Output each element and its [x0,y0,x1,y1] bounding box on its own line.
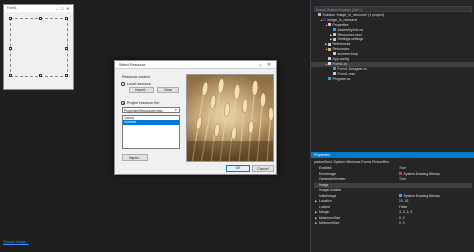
minimize-icon: – [56,5,59,11]
csharp-file-icon [333,67,336,71]
resx-icon [333,71,336,75]
solution-tree-item-label: Settings.settings [337,37,364,42]
dialog-title: Select Resource [119,63,146,67]
solution-tree-item-label: AssemblyInfo.cs [337,27,363,32]
solution-icon [318,13,321,17]
form-titlebar: Form1 – □ ✕ [4,5,73,12]
property-value-text: False [399,204,408,209]
property-value-text: System.Drawing.Bitmap [403,171,440,176]
solution-search-box[interactable]: Search Solution Explorer (Ctrl+;) [314,6,472,12]
resize-handle[interactable] [9,74,12,77]
property-value-text: 0, 0 [399,215,405,220]
csharp-file-icon [333,27,336,31]
resize-handle[interactable] [65,74,68,77]
solution-tree-item-label: Solution 'image_in_resource' (1 project) [322,13,384,17]
resx-icon [333,32,336,36]
solution-tree-item-label: image_in_resource [327,17,358,22]
resize-handle[interactable] [38,74,42,77]
choose-image-link[interactable]: Choose Image... [3,240,29,244]
solution-explorer: Search Solution Explorer (Ctrl+;) Soluti… [310,0,474,152]
property-value[interactable]: 0, 0 [399,221,471,227]
resource-list[interactable]: (none) summer [122,115,180,149]
solution-tree-item-label: Resources.resx [337,32,362,37]
solution-tree: Solution 'image_in_resource' (1 project)… [311,13,474,81]
resize-handle[interactable] [65,17,68,20]
solution-tree-item-label: Form1.cs [332,61,348,66]
wheat-preview-image [187,75,273,161]
image-file-icon [333,52,336,56]
close-icon[interactable]: ✕ [267,62,271,68]
dialog-titlebar: Select Resource ? ✕ [115,61,276,69]
property-name: MinimumSize [319,221,340,225]
property-value-text: 0, 0 [399,221,405,225]
properties-title: Properties [314,153,330,157]
form-icon [328,62,331,66]
property-value-text: 3, 3, 3, 3 [399,210,413,214]
ok-button[interactable]: OK [226,165,250,172]
csharp-file-icon [328,76,331,80]
help-icon[interactable]: ? [259,63,261,68]
error-image-icon [399,171,402,175]
resize-handle[interactable] [65,46,68,50]
select-resource-dialog: Select Resource ? ✕ Resource context Loc… [114,60,277,175]
settings-icon [333,37,336,41]
resource-list-item[interactable]: summer [123,120,179,125]
property-value-text: 19, 18 [399,199,409,203]
resize-handle[interactable] [38,17,42,20]
resx-file-dropdown[interactable]: Properties\Resources.resx ▾ [122,107,180,113]
local-resource-radio[interactable] [121,82,125,86]
resize-handle[interactable] [9,17,12,20]
picture-box[interactable] [9,17,68,77]
solution-tree-item-label: Form1.resx [337,71,356,76]
solution-tree-item-label: Properties [332,22,349,27]
solution-tree-item[interactable]: Program.cs [311,77,474,82]
csharp-project-icon [323,18,326,22]
solution-tree-item-label: Program.cs [332,76,351,81]
folder-icon [328,47,331,51]
cancel-button[interactable]: Cancel [252,165,274,172]
initial-image-icon [399,193,402,197]
property-value-text: True [399,177,406,181]
chevron-down-icon: ▾ [175,108,177,113]
solution-tree-item-label: Form1.Designer.cs [337,66,367,71]
image-preview [186,74,274,162]
project-resource-radio[interactable] [121,101,125,105]
expand-arrow-icon[interactable]: ▶ [315,221,317,227]
properties-object-selector[interactable]: pictureBox1 System.Windows.Forms.Picture… [314,160,389,164]
properties-panel: Properties pictureBox1 System.Windows.Fo… [310,152,474,252]
properties-header: Properties [311,152,474,158]
solution-tree-item-label: References [332,42,351,47]
property-grid: Enabled True ErrorImage System.Drawing.Bitm… [314,166,472,227]
close-icon: ✕ [66,5,70,11]
solution-tree-item-label: App.config [332,57,350,62]
import-button[interactable]: Import... [122,154,148,161]
wrench-icon [328,23,331,27]
clear-button[interactable]: Clear [157,87,179,93]
property-value-text: System.Drawing.Bitmap [403,193,440,198]
config-file-icon [328,57,331,61]
property-value-text: True [399,166,406,170]
resource-context-label: Resource context [122,75,150,79]
solution-tree-item-label: Resources [332,47,350,52]
local-resource-label[interactable]: Local resource: [127,82,152,86]
designer-form[interactable]: Form1 – □ ✕ [3,4,74,90]
form-title: Form1 [7,6,17,10]
maximize-icon: □ [61,5,64,11]
solution-search-placeholder: Search Solution Explorer (Ctrl+;) [316,7,362,12]
resize-handle[interactable] [9,46,12,50]
references-icon [328,42,331,46]
solution-tree-item-label: summer.bmp [337,52,358,57]
property-row[interactable]: ▶ MinimumSize 0, 0 [314,221,472,227]
project-resource-label[interactable]: Project resource file: [127,101,160,105]
resx-file-value: Properties\Resources.resx [124,108,163,113]
local-import-button[interactable]: Import... [129,87,154,93]
